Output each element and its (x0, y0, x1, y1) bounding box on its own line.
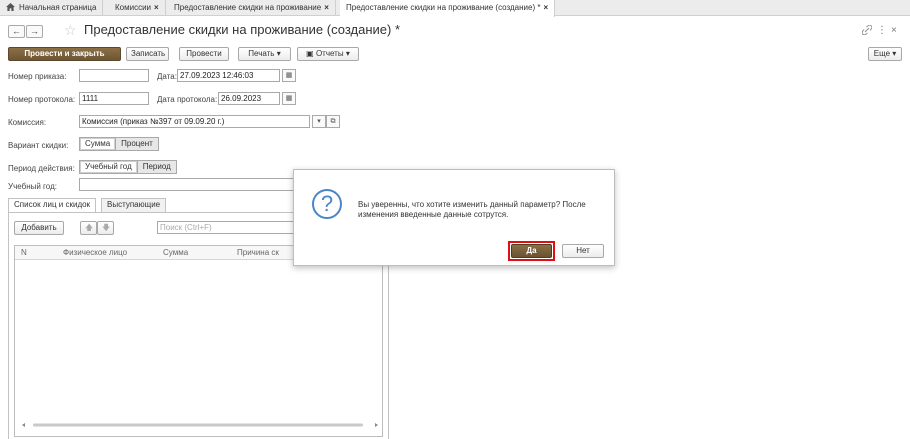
discount-variant-percent[interactable]: Процент (116, 138, 158, 150)
period-toggle: Учебный год Период (79, 160, 177, 174)
discount-variant-sum[interactable]: Сумма (80, 138, 117, 150)
protocol-date-input[interactable]: 26.09.2023 (218, 92, 280, 105)
more-vertical-icon[interactable]: ⋮ (877, 25, 887, 36)
discount-variant-label: Вариант скидки: (8, 141, 69, 150)
tab-persons-discounts[interactable]: Список лиц и скидок (8, 198, 97, 213)
yes-button[interactable]: Да (511, 244, 552, 258)
page-title: Предоставление скидки на проживание (соз… (84, 22, 400, 37)
column-sum: Сумма (163, 248, 189, 257)
tab-commissions-label: Комиссии (115, 3, 152, 12)
tab-speakers[interactable]: Выступающие (101, 198, 167, 212)
more-label: Еще (873, 49, 891, 58)
more-button[interactable]: Еще ▾ (868, 47, 902, 61)
period-study-year[interactable]: Учебный год (80, 161, 138, 173)
post-and-close-button[interactable]: Провести и закрыть (8, 47, 121, 61)
period-label: Период действия: (8, 164, 75, 173)
calendar-icon[interactable]: ▦ (282, 92, 296, 105)
dialog-message: Вы уверенны, что хотите изменить данный … (358, 200, 586, 219)
search-input[interactable]: Поиск (Ctrl+F) (157, 221, 307, 234)
link-icon[interactable] (861, 24, 873, 38)
dropdown-arrow-icon[interactable]: ▾ (312, 115, 326, 128)
open-link-icon[interactable]: ⧉ (326, 115, 340, 128)
commission-input[interactable]: Комиссия (приказ №397 от 09.09.20 г.) (79, 115, 310, 128)
arrow-up-icon: 🡅 (85, 223, 94, 232)
period-custom[interactable]: Период (137, 161, 176, 173)
dropdown-arrow-icon: ▾ (345, 49, 350, 58)
arrow-right-icon: → (30, 26, 39, 36)
arrow-left-icon: ← (12, 26, 21, 36)
date-label: Дата: (157, 72, 177, 81)
post-button[interactable]: Провести (179, 47, 229, 61)
tab-home[interactable]: Начальная страница (0, 0, 104, 16)
column-person: Физическое лицо (63, 248, 128, 257)
close-icon[interactable]: × (543, 3, 548, 12)
home-icon (6, 3, 15, 11)
study-year-label: Учебный год: (8, 182, 57, 191)
close-form-icon[interactable]: × (891, 25, 897, 36)
tab-bar: Начальная страница Комиссии × Предоставле… (0, 0, 910, 17)
tab-discount-create-label: Предоставление скидки на проживание (соз… (346, 3, 541, 12)
report-icon: ▣ (306, 49, 314, 58)
add-button[interactable]: Добавить (14, 221, 64, 235)
close-icon[interactable]: × (324, 3, 329, 12)
tab-commissions[interactable]: Комиссии × (109, 0, 166, 16)
save-button[interactable]: Записать (126, 47, 169, 61)
back-button[interactable]: ← (8, 25, 25, 38)
commission-label: Комиссия: (8, 118, 47, 127)
calendar-icon[interactable]: ▦ (282, 69, 296, 82)
print-button[interactable]: Печать ▾ (238, 47, 291, 61)
arrow-down-icon: 🡇 (102, 223, 111, 232)
reports-button[interactable]: ▣ Отчеты ▾ (297, 47, 359, 61)
date-input[interactable]: 27.09.2023 12:46:03 (177, 69, 280, 82)
close-icon[interactable]: × (154, 3, 159, 12)
reports-label: Отчеты (315, 49, 344, 58)
star-icon[interactable]: ☆ (64, 22, 77, 39)
move-down-button[interactable]: 🡇 (97, 221, 114, 235)
tab-home-label: Начальная страница (19, 3, 97, 12)
question-icon: ? (312, 189, 342, 219)
column-reason: Причина ск (237, 248, 279, 257)
dropdown-arrow-icon: ▾ (892, 49, 897, 58)
protocol-number-input[interactable]: 1111 (79, 92, 149, 105)
horizontal-scrollbar[interactable] (21, 422, 379, 428)
study-year-input[interactable] (79, 178, 310, 191)
forward-button[interactable]: → (26, 25, 43, 38)
column-n: N (21, 248, 27, 257)
move-up-button[interactable]: 🡅 (80, 221, 97, 235)
tab-discount-label: Предоставление скидки на проживание (174, 3, 322, 12)
order-number-label: Номер приказа: (8, 72, 67, 81)
no-button[interactable]: Нет (562, 244, 604, 258)
tab-discount[interactable]: Предоставление скидки на проживание × (168, 0, 336, 16)
order-number-input[interactable] (79, 69, 149, 82)
tab-discount-create[interactable]: Предоставление скидки на проживание (соз… (340, 0, 556, 17)
protocol-number-label: Номер протокола: (8, 95, 76, 104)
protocol-date-label: Дата протокола: (157, 95, 218, 104)
persons-table: N Физическое лицо Сумма Причина ск (14, 245, 383, 437)
discount-variant-toggle: Сумма Процент (79, 137, 159, 151)
print-label: Печать (248, 49, 275, 58)
confirm-dialog: ? Вы уверенны, что хотите изменить данны… (293, 169, 615, 266)
dropdown-arrow-icon: ▾ (276, 49, 281, 58)
